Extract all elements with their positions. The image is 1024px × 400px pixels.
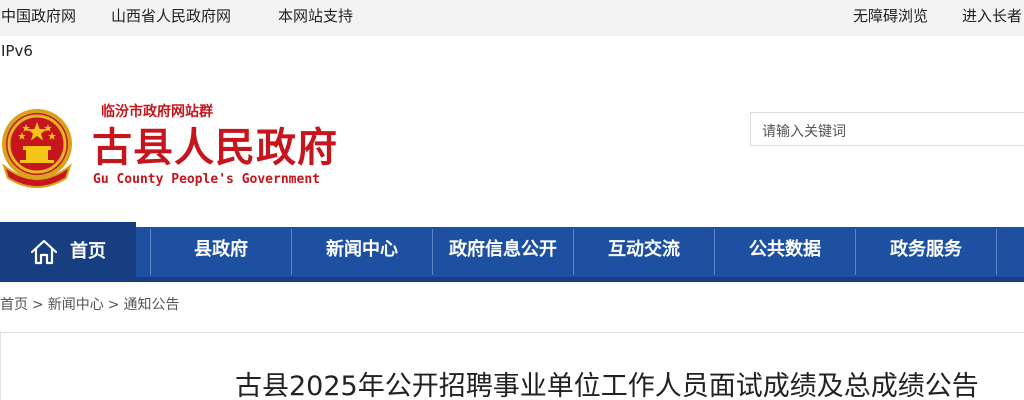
main-nav-underline — [0, 277, 1024, 282]
search-input[interactable] — [750, 112, 1024, 146]
site-title: 古县人民政府 — [92, 124, 338, 171]
nav-item-interaction[interactable]: 互动交流 — [574, 227, 714, 277]
link-china-government[interactable]: 中国政府网 — [1, 7, 76, 25]
breadcrumb-separator: > — [32, 297, 44, 313]
breadcrumb-separator: > — [107, 297, 120, 313]
article-container: 古县2025年公开招聘事业单位工作人员面试成绩及总成绩公告 — [0, 332, 1024, 400]
site-subtitle: Gu County People's Government — [93, 172, 320, 187]
top-utility-bar: 中国政府网 山西省人民政府网 本网站支持 无障碍浏览 进入长者 — [0, 0, 1024, 36]
nav-item-public-data[interactable]: 公共数据 — [715, 227, 855, 277]
elder-mode-link[interactable]: 进入长者 — [962, 7, 1022, 25]
nav-item-government-services[interactable]: 政务服务 — [856, 227, 996, 277]
accessibility-link[interactable]: 无障碍浏览 — [853, 7, 928, 25]
breadcrumb-home[interactable]: 首页 — [0, 297, 28, 313]
breadcrumb-notices[interactable]: 通知公告 — [123, 297, 179, 313]
link-site-support[interactable]: 本网站支持 — [278, 7, 353, 25]
ipv6-label: IPv6 — [1, 42, 33, 60]
nav-item-government-info[interactable]: 政府信息公开 — [433, 227, 573, 277]
nav-item-news-center[interactable]: 新闻中心 — [292, 227, 432, 277]
nav-item-county-government[interactable]: 县政府 — [151, 227, 291, 277]
home-icon — [30, 239, 58, 265]
article-title: 古县2025年公开招聘事业单位工作人员面试成绩及总成绩公告 — [235, 371, 979, 400]
breadcrumb: 首页 > 新闻中心 > 通知公告 — [0, 296, 179, 314]
nav-separator — [996, 229, 997, 275]
site-group-label: 临汾市政府网站群 — [101, 104, 213, 120]
nav-home[interactable]: 首页 — [0, 222, 136, 282]
national-emblem-icon — [0, 104, 80, 194]
breadcrumb-news-center[interactable]: 新闻中心 — [48, 297, 104, 313]
link-shanxi-government[interactable]: 山西省人民政府网 — [111, 7, 231, 25]
nav-home-label: 首页 — [70, 241, 106, 262]
